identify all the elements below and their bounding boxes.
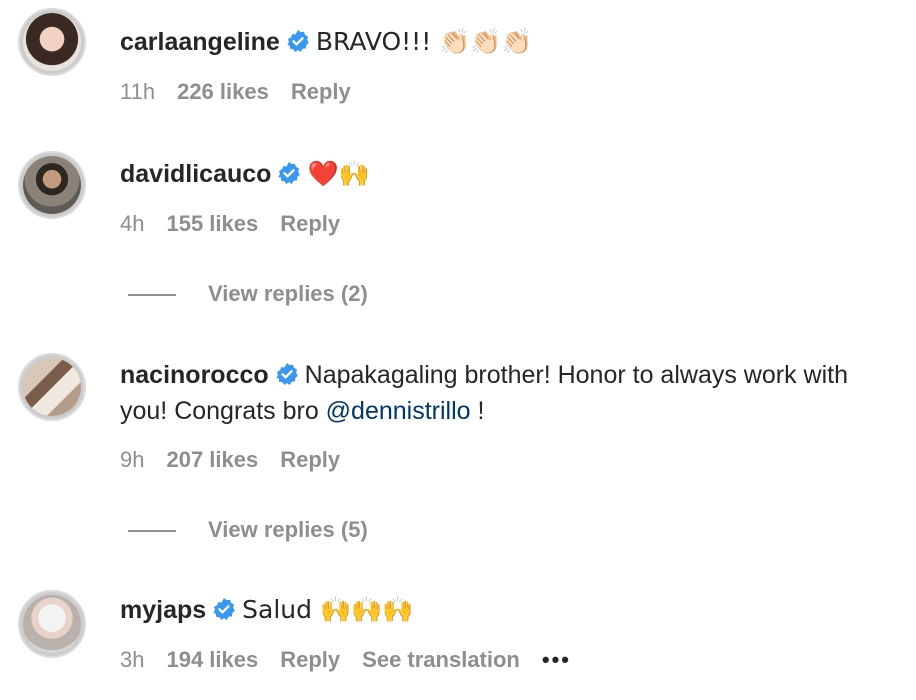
divider-line [128,530,176,533]
comment-text: BRAVO!!! 👏🏻👏🏻👏🏻 [315,27,533,56]
reply-button[interactable]: Reply [280,447,340,472]
likes-count[interactable]: 155 likes [166,211,258,236]
comment-body: davidlicauco ❤️🙌 [120,156,900,192]
verified-badge-icon [275,363,298,385]
username-link[interactable]: davidlicauco [120,160,271,188]
see-translation-button[interactable]: See translation [362,647,520,672]
comment-body: myjaps Salud 🙌🙌🙌 [120,592,900,628]
username-link[interactable]: myjaps [120,596,206,624]
username-link[interactable]: carlaangeline [120,28,280,56]
username-link[interactable]: nacinorocco [120,361,269,389]
comment-meta: 3h 194 likes Reply See translation ••• [120,645,593,675]
mention-link[interactable]: @dennistrillo [326,397,471,425]
comment-body: nacinorocco Napakagaling brother! Honor t… [120,357,900,429]
timestamp[interactable]: 9h [120,447,144,472]
avatar[interactable] [18,353,86,421]
reply-button[interactable]: Reply [280,647,340,672]
reply-button[interactable]: Reply [280,211,340,236]
view-replies-label: View replies (5) [208,517,368,542]
likes-count[interactable]: 226 likes [177,79,269,104]
timestamp[interactable]: 11h [120,79,155,104]
view-replies-button[interactable]: View replies (5) [128,515,368,545]
likes-count[interactable]: 194 likes [166,647,258,672]
avatar[interactable] [18,8,86,76]
likes-count[interactable]: 207 likes [166,447,258,472]
comment-text: ❤️🙌 [307,159,370,188]
avatar[interactable] [18,151,86,219]
comment-body: carlaangeline BRAVO!!! 👏🏻👏🏻👏🏻 [120,24,900,60]
comment-text: Salud 🙌🙌🙌 [242,595,414,624]
view-replies-label: View replies (2) [208,281,368,306]
verified-badge-icon [213,598,235,620]
verified-badge-icon [287,30,309,52]
reply-button[interactable]: Reply [291,79,351,104]
divider-line [128,294,176,297]
comment-meta: 11h 226 likes Reply [120,77,373,107]
timestamp[interactable]: 3h [120,647,144,672]
more-options-icon[interactable]: ••• [542,647,571,672]
view-replies-button[interactable]: View replies (2) [128,279,368,309]
comment-meta: 9h 207 likes Reply [120,445,362,475]
comment-text-suffix: ! [470,397,485,425]
timestamp[interactable]: 4h [120,211,144,236]
avatar[interactable] [18,590,86,658]
verified-badge-icon [278,162,301,184]
comment-meta: 4h 155 likes Reply [120,209,362,239]
